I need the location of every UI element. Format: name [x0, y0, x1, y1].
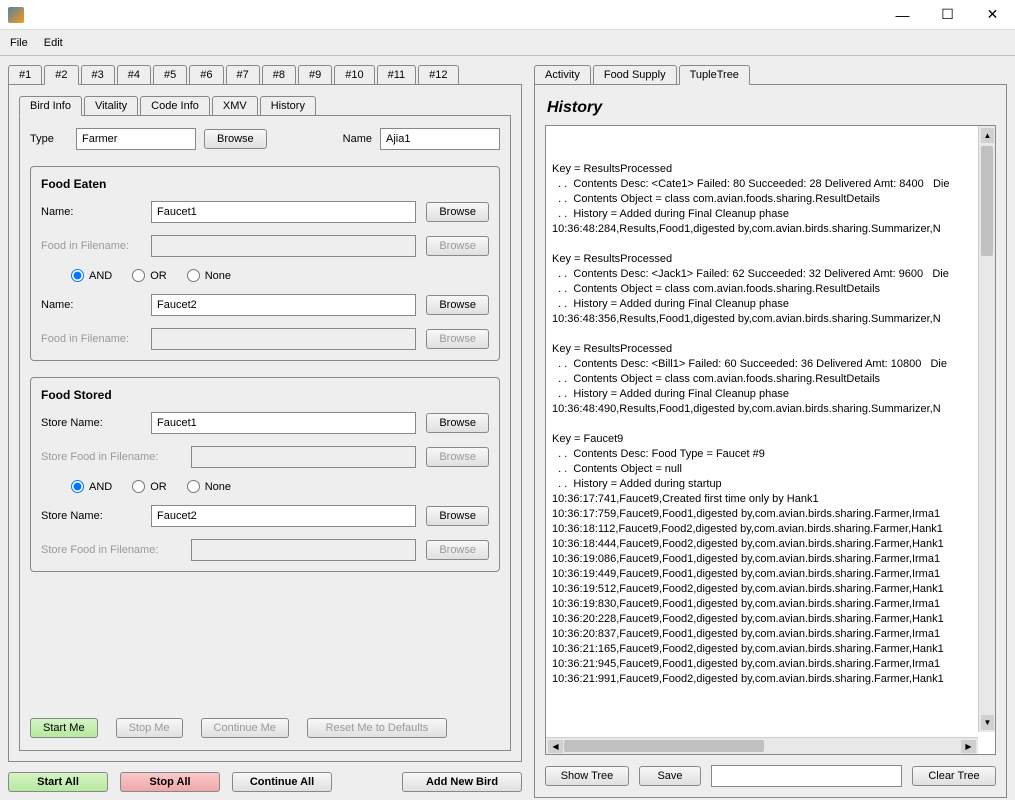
fe-ff2-input — [151, 328, 416, 350]
fe-radio-or[interactable]: OR — [132, 269, 167, 282]
type-browse-button[interactable]: Browse — [204, 129, 267, 149]
inner-tab-vitality[interactable]: Vitality — [84, 96, 138, 116]
stop-me-button: Stop Me — [116, 718, 183, 738]
fe-name2-input[interactable] — [151, 294, 416, 316]
scroll-thumb-vertical[interactable] — [981, 146, 993, 256]
scrollbar-vertical[interactable]: ▲ ▼ — [978, 126, 995, 732]
type-label: Type — [30, 133, 68, 145]
num-tab-5[interactable]: #5 — [153, 65, 187, 85]
fs-sf2-input — [191, 539, 416, 561]
inner-tab-xmv[interactable]: XMV — [212, 96, 258, 116]
fs-sf2-label: Store Food in Filename: — [41, 544, 181, 556]
inner-tab-code-info[interactable]: Code Info — [140, 96, 210, 116]
fe-ff2-label: Food in Filename: — [41, 333, 141, 345]
fe-name1-label: Name: — [41, 206, 141, 218]
fs-radio-or[interactable]: OR — [132, 480, 167, 493]
clear-tree-button[interactable]: Clear Tree — [912, 766, 996, 786]
num-tab-1[interactable]: #1 — [8, 65, 42, 85]
food-eaten-title: Food Eaten — [41, 177, 489, 191]
history-textarea[interactable]: Key = ResultsProcessed . . Contents Desc… — [545, 125, 996, 755]
fe-ff1-label: Food in Filename: — [41, 240, 141, 252]
right-tab-food-supply[interactable]: Food Supply — [593, 65, 677, 85]
start-me-button[interactable]: Start Me — [30, 718, 98, 738]
num-tab-11[interactable]: #11 — [377, 65, 417, 85]
fs-sn1-input[interactable] — [151, 412, 416, 434]
scroll-left-arrow-icon[interactable]: ◀ — [548, 740, 563, 753]
start-all-button[interactable]: Start All — [8, 772, 108, 792]
num-tab-12[interactable]: #12 — [418, 65, 458, 85]
food-stored-section: Food Stored Store Name: Browse Store Foo… — [30, 377, 500, 572]
fe-ff2-browse-button: Browse — [426, 329, 489, 349]
inner-tab-bird-info[interactable]: Bird Info — [19, 96, 82, 116]
num-tab-3[interactable]: #3 — [81, 65, 115, 85]
fs-radio-and[interactable]: AND — [71, 480, 112, 493]
fe-radio-and[interactable]: AND — [71, 269, 112, 282]
close-button[interactable]: ✕ — [970, 0, 1015, 30]
scroll-down-arrow-icon[interactable]: ▼ — [981, 715, 994, 730]
fs-browse2-button[interactable]: Browse — [426, 506, 489, 526]
fe-ff1-input — [151, 235, 416, 257]
titlebar: — ☐ ✕ — [0, 0, 1015, 30]
fs-sf2-browse-button: Browse — [426, 540, 489, 560]
fe-browse2-button[interactable]: Browse — [426, 295, 489, 315]
stop-all-button[interactable]: Stop All — [120, 772, 220, 792]
name-input[interactable] — [380, 128, 500, 150]
inner-tab-history[interactable]: History — [260, 96, 316, 116]
add-new-bird-button[interactable]: Add New Bird — [402, 772, 522, 792]
scroll-thumb-horizontal[interactable] — [564, 740, 764, 752]
fs-sn2-label: Store Name: — [41, 510, 141, 522]
fs-sn1-label: Store Name: — [41, 417, 141, 429]
fs-browse1-button[interactable]: Browse — [426, 413, 489, 433]
fe-name2-label: Name: — [41, 299, 141, 311]
fe-ff1-browse-button: Browse — [426, 236, 489, 256]
fs-sf1-input — [191, 446, 416, 468]
show-tree-button[interactable]: Show Tree — [545, 766, 629, 786]
continue-all-button[interactable]: Continue All — [232, 772, 332, 792]
menu-edit[interactable]: Edit — [44, 37, 63, 49]
minimize-button[interactable]: — — [880, 0, 925, 30]
fs-sn2-input[interactable] — [151, 505, 416, 527]
maximize-button[interactable]: ☐ — [925, 0, 970, 30]
fe-radio-none[interactable]: None — [187, 269, 231, 282]
right-tab-activity[interactable]: Activity — [534, 65, 591, 85]
num-tab-2[interactable]: #2 — [44, 65, 78, 85]
menubar: File Edit — [0, 30, 1015, 56]
num-tab-8[interactable]: #8 — [262, 65, 296, 85]
food-eaten-section: Food Eaten Name: Browse Food in Filename… — [30, 166, 500, 361]
name-label: Name — [343, 133, 372, 145]
num-tab-6[interactable]: #6 — [189, 65, 223, 85]
food-stored-title: Food Stored — [41, 388, 489, 402]
num-tab-9[interactable]: #9 — [298, 65, 332, 85]
fs-sf1-label: Store Food in Filename: — [41, 451, 181, 463]
right-tab-tupletree[interactable]: TupleTree — [679, 65, 750, 85]
history-content: Key = ResultsProcessed . . Contents Desc… — [552, 162, 989, 687]
scroll-right-arrow-icon[interactable]: ▶ — [961, 740, 976, 753]
history-title: History — [547, 99, 996, 117]
fs-radio-none[interactable]: None — [187, 480, 231, 493]
fe-name1-input[interactable] — [151, 201, 416, 223]
save-button[interactable]: Save — [639, 766, 701, 786]
continue-me-button: Continue Me — [201, 718, 289, 738]
fs-sf1-browse-button: Browse — [426, 447, 489, 467]
num-tab-4[interactable]: #4 — [117, 65, 151, 85]
type-input[interactable] — [76, 128, 196, 150]
scroll-up-arrow-icon[interactable]: ▲ — [981, 128, 994, 143]
num-tab-7[interactable]: #7 — [226, 65, 260, 85]
fe-browse1-button[interactable]: Browse — [426, 202, 489, 222]
save-filename-input[interactable] — [711, 765, 902, 787]
reset-me-button: Reset Me to Defaults — [307, 718, 447, 738]
menu-file[interactable]: File — [10, 37, 28, 49]
java-icon — [8, 7, 24, 23]
scrollbar-horizontal[interactable]: ◀ ▶ — [546, 737, 978, 754]
num-tab-10[interactable]: #10 — [334, 65, 374, 85]
